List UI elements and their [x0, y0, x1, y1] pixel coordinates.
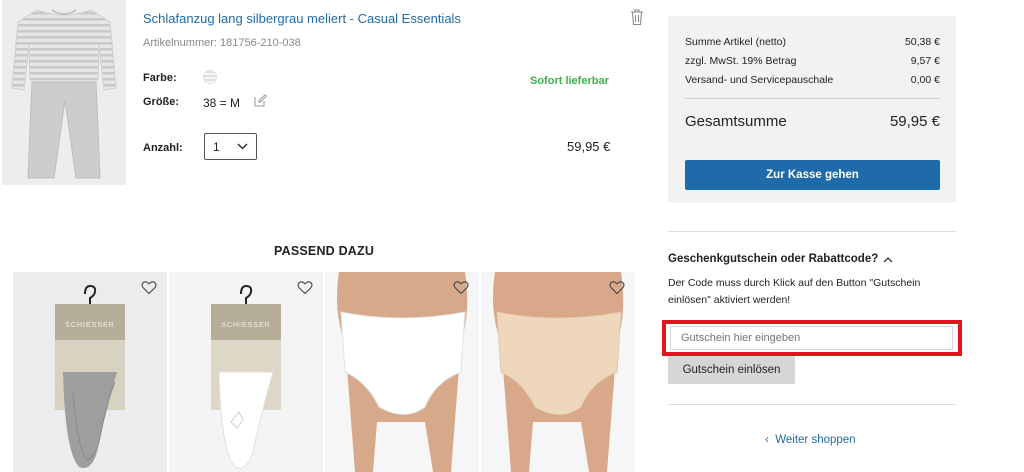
heart-icon[interactable] [297, 280, 313, 295]
summary-row: Versand- und Servicepauschale 0,00 € [685, 74, 940, 86]
total-row: Gesamtsumme 59,95 € [685, 113, 940, 130]
color-swatch [203, 70, 217, 84]
voucher-input[interactable] [670, 326, 953, 350]
product-image[interactable] [2, 0, 126, 185]
order-summary: Summe Artikel (netto) 50,38 € zzgl. MwSt… [668, 16, 956, 203]
size-label: Größe: [143, 96, 180, 108]
trash-icon[interactable] [629, 8, 645, 26]
heart-icon[interactable] [609, 280, 625, 295]
summary-row-label: Summe Artikel (netto) [685, 36, 786, 48]
voucher-title: Geschenkgutschein oder Rabattcode? [668, 253, 879, 265]
quantity-label: Anzahl: [143, 142, 183, 154]
divider [668, 231, 956, 232]
quantity-value: 1 [213, 139, 220, 154]
chevron-up-icon [883, 256, 893, 262]
summary-divider [685, 98, 940, 99]
chevron-down-icon [237, 143, 248, 150]
recommendation-brand: SCHIESSER [221, 322, 270, 329]
voucher-toggle[interactable]: Geschenkgutschein oder Rabattcode? [668, 253, 893, 265]
product-title[interactable]: Schlafanzug lang silbergrau meliert - Ca… [143, 11, 461, 26]
recommendation-card[interactable] [481, 272, 635, 472]
summary-row-label: Versand- und Servicepauschale [685, 74, 834, 86]
recommendation-card[interactable]: SCHIESSER [169, 272, 323, 472]
total-value: 59,95 € [889, 113, 940, 130]
quantity-select[interactable]: 1 [204, 133, 257, 160]
size-value: 38 = M [203, 96, 241, 110]
continue-shopping-label: Weiter shoppen [775, 434, 856, 446]
heart-icon[interactable] [453, 280, 469, 295]
chevron-left-icon: ‹ [765, 434, 776, 446]
recommendation-card[interactable]: SCHIESSER [13, 272, 167, 472]
checkout-button[interactable]: Zur Kasse gehen [685, 160, 940, 190]
divider [668, 404, 956, 405]
total-label: Gesamtsumme [685, 113, 787, 130]
heart-icon[interactable] [141, 280, 157, 295]
recommendation-brand: SCHIESSER [65, 322, 114, 329]
redeem-voucher-button[interactable]: Gutschein einlösen [668, 356, 795, 384]
summary-row-value: 50,38 € [904, 36, 940, 48]
color-label: Farbe: [143, 72, 177, 84]
recommendation-card[interactable] [325, 272, 479, 472]
recommendations-title: PASSEND DAZU [274, 244, 375, 258]
summary-row: zzgl. MwSt. 19% Betrag 9,57 € [685, 55, 940, 67]
voucher-description: Der Code muss durch Klick auf den Button… [668, 277, 921, 306]
availability-status: Sofort lieferbar [530, 75, 609, 87]
summary-row-value: 0,00 € [910, 74, 940, 86]
summary-row-value: 9,57 € [910, 55, 940, 67]
article-number: Artikelnummer: 181756-210-038 [143, 37, 301, 49]
continue-shopping-link[interactable]: ‹ Weiter shoppen [765, 434, 856, 446]
summary-row: Summe Artikel (netto) 50,38 € [685, 36, 940, 48]
edit-icon[interactable] [254, 94, 267, 107]
item-price: 59,95 € [567, 139, 611, 154]
summary-row-label: zzgl. MwSt. 19% Betrag [685, 55, 797, 67]
